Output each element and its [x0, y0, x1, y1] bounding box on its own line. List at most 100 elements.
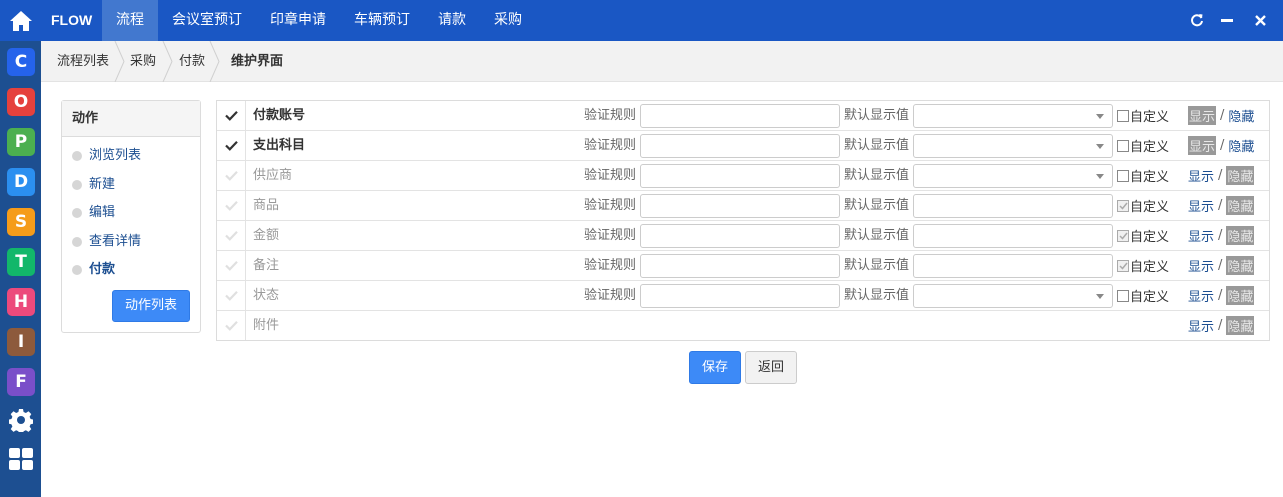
hide-link[interactable]: 隐藏	[1228, 106, 1254, 125]
app-t-icon[interactable]: T	[7, 248, 35, 276]
app-c-icon[interactable]: C	[7, 48, 35, 76]
nav-tab[interactable]: 流程	[102, 0, 158, 41]
default-value-select[interactable]	[913, 134, 1113, 158]
custom-checkbox[interactable]: 自定义	[1117, 131, 1169, 160]
action-item[interactable]: 编辑	[72, 203, 115, 223]
action-list-button[interactable]: 动作列表	[112, 290, 190, 322]
action-item[interactable]: 新建	[72, 175, 115, 195]
default-value-input[interactable]	[913, 194, 1113, 218]
default-value-input[interactable]	[913, 224, 1113, 248]
checkbox-icon[interactable]	[1117, 139, 1129, 152]
enable-check-icon[interactable]	[217, 221, 246, 250]
checkbox-icon[interactable]	[1117, 109, 1129, 122]
visibility-toggle: 显示 / 隐藏	[1188, 131, 1254, 160]
app-o-icon[interactable]: O	[7, 88, 35, 116]
separator: /	[1218, 258, 1223, 273]
custom-checkbox[interactable]: 自定义	[1117, 101, 1169, 130]
default-value-select[interactable]	[913, 284, 1113, 308]
save-button[interactable]: 保存	[689, 351, 741, 384]
enable-check-icon[interactable]	[217, 161, 246, 190]
hide-link[interactable]: 隐藏	[1228, 136, 1254, 155]
show-link[interactable]: 显示	[1188, 316, 1214, 335]
show-link[interactable]: 显示	[1188, 256, 1214, 275]
enable-check-icon[interactable]	[217, 131, 246, 160]
separator: /	[1218, 318, 1223, 333]
app-i-icon[interactable]: I	[7, 328, 35, 356]
checkbox-icon[interactable]	[1117, 229, 1129, 242]
show-link[interactable]: 显示	[1188, 136, 1217, 155]
app-h-icon[interactable]: H	[7, 288, 35, 316]
checkbox-icon[interactable]	[1117, 199, 1129, 212]
validation-input[interactable]	[640, 164, 840, 188]
nav-tab[interactable]: 印章申请	[256, 0, 340, 41]
validation-label: 验证规则	[584, 198, 637, 213]
custom-checkbox[interactable]: 自定义	[1117, 191, 1169, 220]
checkbox-icon[interactable]	[1117, 259, 1129, 272]
hide-link[interactable]: 隐藏	[1226, 196, 1255, 215]
custom-checkbox[interactable]: 自定义	[1117, 281, 1169, 310]
app-p-icon[interactable]: P	[7, 128, 35, 156]
breadcrumb-item-flow-list[interactable]: 流程列表	[57, 41, 109, 82]
nav-tab[interactable]: 采购	[480, 0, 536, 41]
home-icon[interactable]	[0, 0, 41, 41]
show-link[interactable]: 显示	[1188, 166, 1214, 185]
enable-check-icon[interactable]	[217, 101, 246, 130]
main-nav: 流程 会议室预订 印章申请 车辆预订 请款 采购	[102, 0, 536, 41]
grid-icon[interactable]	[5, 443, 37, 475]
validation-input[interactable]	[640, 284, 840, 308]
brand-logo[interactable]: FLOW	[51, 0, 92, 41]
validation-label: 验证规则	[584, 168, 637, 183]
show-link[interactable]: 显示	[1188, 286, 1214, 305]
nav-tab[interactable]: 请款	[424, 0, 480, 41]
show-link[interactable]: 显示	[1188, 196, 1214, 215]
action-panel-title: 动作	[62, 101, 200, 137]
breadcrumb-item-purchase[interactable]: 采购	[130, 41, 156, 82]
gear-icon[interactable]	[5, 404, 37, 436]
app-f-icon[interactable]: F	[7, 368, 35, 396]
custom-label: 自定义	[1130, 290, 1170, 305]
nav-tab[interactable]: 车辆预订	[340, 0, 424, 41]
app-d-icon[interactable]: D	[7, 168, 35, 196]
enable-check-icon[interactable]	[217, 251, 246, 280]
enable-check-icon[interactable]	[217, 311, 246, 340]
validation-input[interactable]	[640, 104, 840, 128]
minimize-icon[interactable]	[1219, 12, 1235, 28]
app-s-icon[interactable]: S	[7, 208, 35, 236]
caret-down-icon	[1096, 144, 1104, 149]
action-item[interactable]: 查看详情	[72, 232, 141, 252]
default-value-select[interactable]	[913, 164, 1113, 188]
show-link[interactable]: 显示	[1188, 226, 1214, 245]
validation-input[interactable]	[640, 224, 840, 248]
validation-input[interactable]	[640, 194, 840, 218]
validation-input[interactable]	[640, 254, 840, 278]
action-item[interactable]: 浏览列表	[72, 146, 141, 166]
custom-checkbox[interactable]: 自定义	[1117, 161, 1169, 190]
close-icon[interactable]	[1252, 12, 1268, 28]
hide-link[interactable]: 隐藏	[1226, 316, 1255, 335]
checkbox-icon[interactable]	[1117, 289, 1129, 302]
breadcrumb-item-payment[interactable]: 付款	[179, 41, 205, 82]
field-name: 付款账号	[253, 108, 306, 123]
back-button[interactable]: 返回	[745, 351, 797, 384]
hide-link[interactable]: 隐藏	[1226, 256, 1255, 275]
enable-check-icon[interactable]	[217, 281, 246, 310]
default-value-input[interactable]	[913, 254, 1113, 278]
show-link[interactable]: 显示	[1188, 106, 1217, 125]
checkbox-icon[interactable]	[1117, 169, 1129, 182]
custom-checkbox[interactable]: 自定义	[1117, 251, 1169, 280]
custom-checkbox[interactable]: 自定义	[1117, 221, 1169, 250]
breadcrumb: 流程列表 采购 付款 维护界面	[41, 41, 1283, 82]
default-value-select[interactable]	[913, 104, 1113, 128]
hide-link[interactable]: 隐藏	[1226, 226, 1255, 245]
hide-link[interactable]: 隐藏	[1226, 166, 1255, 185]
enable-check-icon[interactable]	[217, 191, 246, 220]
hide-link[interactable]: 隐藏	[1226, 286, 1255, 305]
validation-label: 验证规则	[584, 108, 637, 123]
bullet-icon	[72, 208, 82, 218]
action-item[interactable]: 付款	[72, 260, 115, 280]
validation-input[interactable]	[640, 134, 840, 158]
nav-tab[interactable]: 会议室预订	[158, 0, 256, 41]
refresh-icon[interactable]	[1189, 12, 1205, 28]
field-name: 附件	[253, 318, 280, 333]
field-row: 金额 验证规则 默认显示值 自定义 显示 / 隐藏	[217, 221, 1269, 251]
